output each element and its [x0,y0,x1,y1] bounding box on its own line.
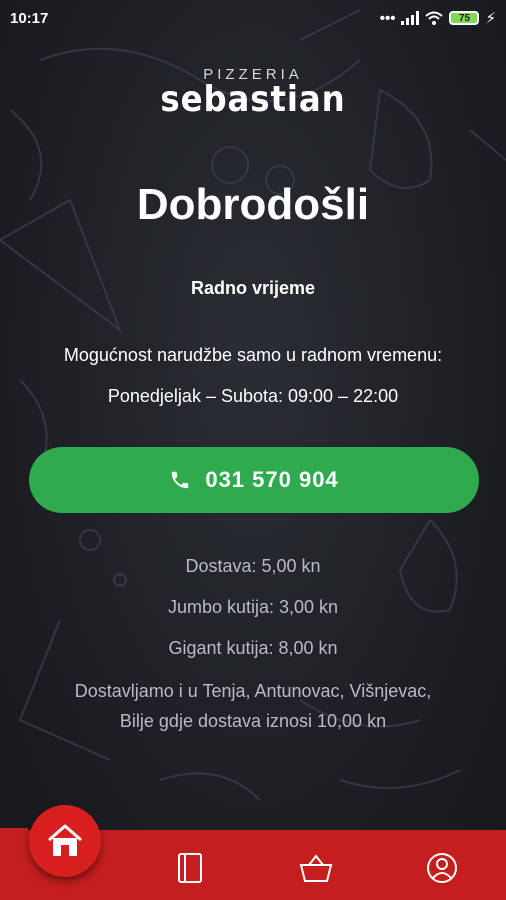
delivery-price: Dostava: 5,00 kn [185,556,321,576]
nav-basket[interactable] [296,848,336,888]
delivery-areas-line2: Bilje gdje dostava iznosi 10,00 kn [119,711,387,731]
delivery-areas-line1: Dostavljamo i u Tenja, Antunovac, Višnje… [74,681,432,701]
status-icons: ••• 75 ⚡ [379,9,496,28]
nav-home-wedge [0,828,28,900]
nav-profile[interactable] [422,848,462,888]
status-time: 10:17 [10,9,49,27]
nav-home[interactable] [29,805,101,877]
battery-icon: 75 [449,11,480,25]
logo: PIZZERIA sebastian [0,66,506,120]
profile-icon [427,853,457,883]
wifi-icon [425,11,444,25]
hours-schedule: Ponedjeljak – Subota: 09:00 – 22:00 [107,386,399,406]
phone-icon [172,471,189,489]
call-button-label: 031 570 904 [205,467,339,492]
page-title: Dobrodošli [136,180,370,229]
jumbo-box-price: Jumbo kutija: 3,00 kn [167,597,339,617]
charging-icon: ⚡ [485,10,496,27]
logo-main-text: sebastian [160,79,346,120]
dots-icon: ••• [379,9,396,27]
hours-heading: Radno vrijeme [190,278,316,298]
gigant-box-price: Gigant kutija: 8,00 kn [168,638,338,658]
menu-book-icon [178,853,202,883]
nav-menu[interactable] [170,848,210,888]
home-icon [48,824,82,856]
hours-note: Mogućnost narudžbe samo u radnom vremenu… [63,345,443,365]
status-bar: 10:17 ••• 75 ⚡ [0,0,506,36]
signal-icon [401,11,420,25]
call-button[interactable]: 031 570 904 [29,447,479,513]
basket-icon [299,854,333,882]
